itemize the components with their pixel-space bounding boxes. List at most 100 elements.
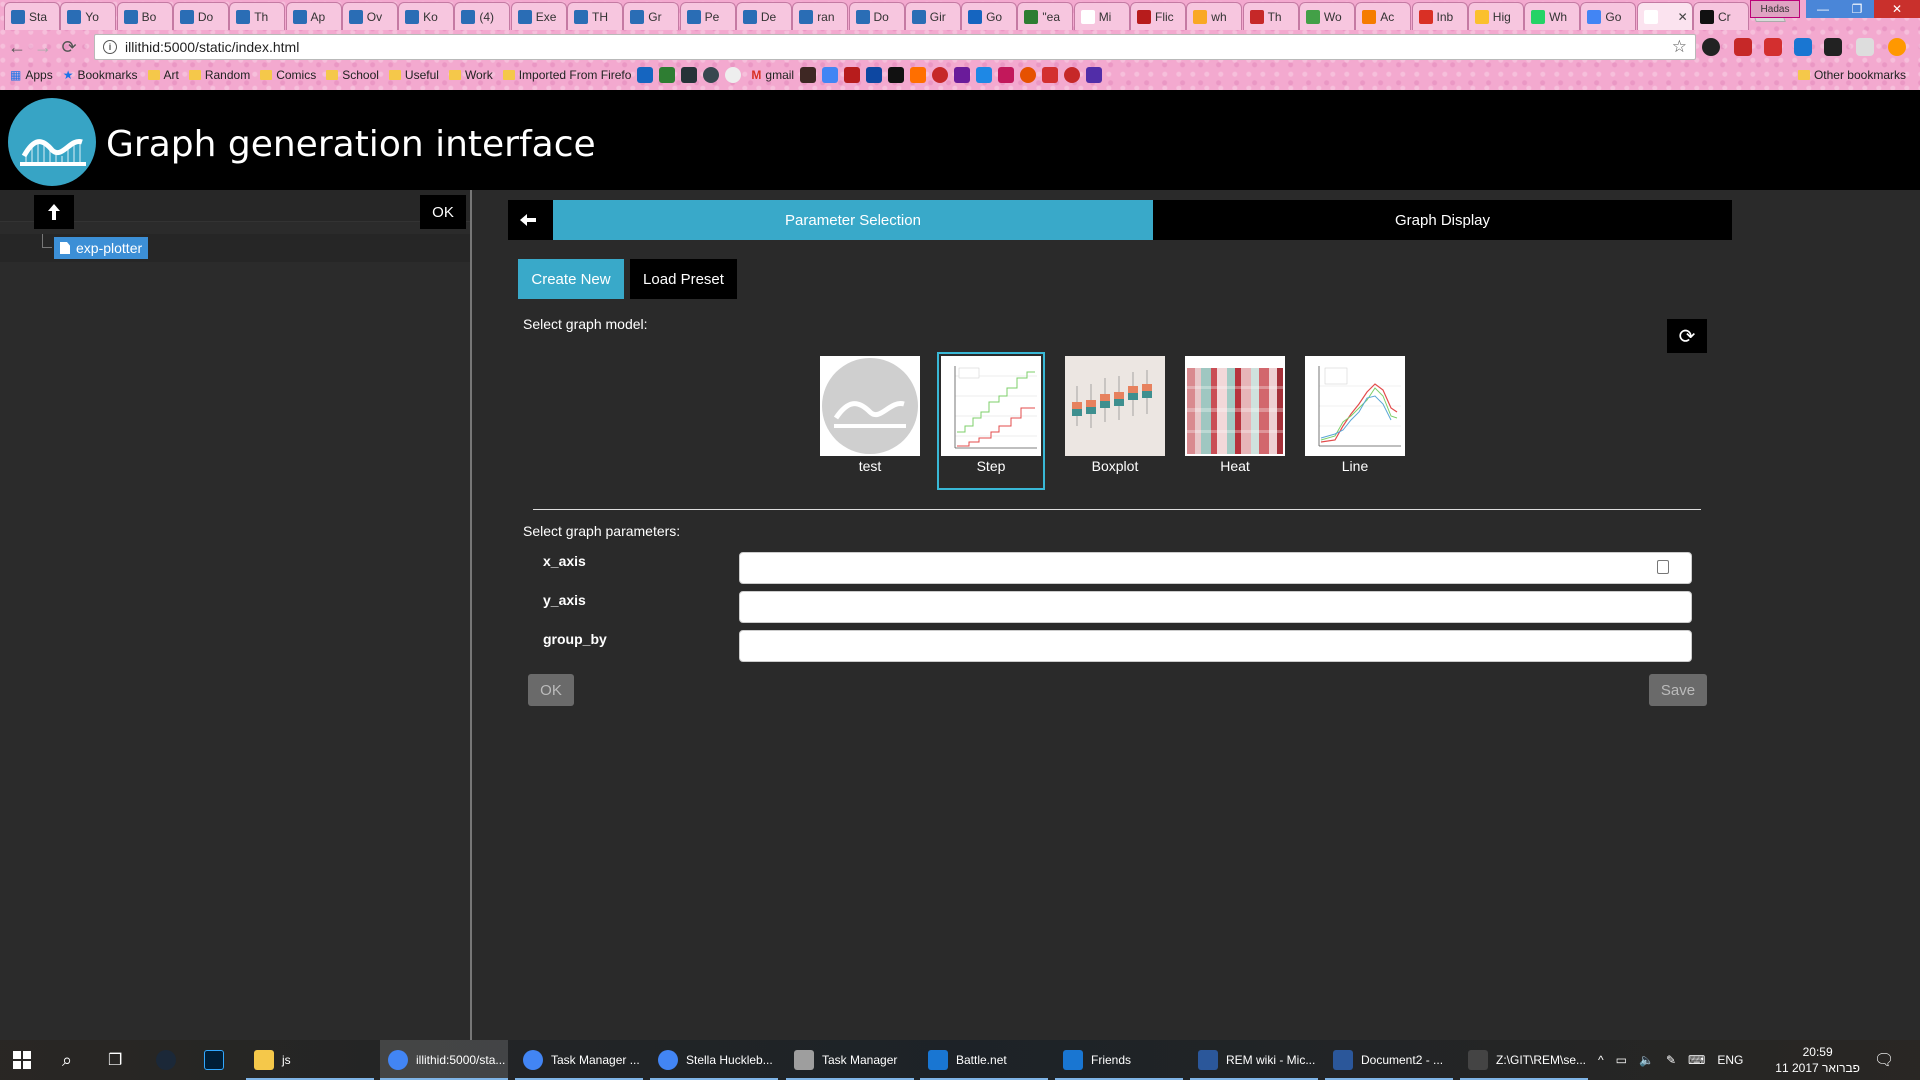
gmail-bookmark[interactable]: Mgmail	[751, 68, 794, 82]
bookmark-favicon[interactable]	[932, 67, 949, 83]
browser-tab[interactable]: Th	[229, 2, 286, 30]
browser-tab[interactable]: Ov	[341, 2, 398, 30]
bookmark-favicon[interactable]	[659, 67, 676, 83]
browser-tab[interactable]: Inb	[1411, 2, 1468, 30]
browser-tab[interactable]: Mi	[1073, 2, 1130, 30]
bookmark-favicon[interactable]	[637, 67, 654, 83]
browser-tab[interactable]: Yo	[60, 2, 117, 30]
volume-icon[interactable]: 🔈	[1639, 1053, 1654, 1067]
bookmark-favicon[interactable]	[976, 67, 993, 83]
extension-icon[interactable]	[1734, 38, 1752, 56]
browser-tab[interactable]: wh	[1186, 2, 1243, 30]
tab-graph-display[interactable]: Graph Display	[1153, 200, 1732, 240]
taskbar-window-button[interactable]: illithid:5000/sta...	[380, 1040, 508, 1080]
browser-tab[interactable]: Exe	[510, 2, 567, 30]
extension-icon[interactable]	[1764, 38, 1782, 56]
browser-tab[interactable]: (4)	[454, 2, 511, 30]
tree-ok-button[interactable]: OK	[420, 195, 466, 229]
steam-taskbar-button[interactable]	[156, 1040, 176, 1080]
browser-tab[interactable]: Sta	[4, 2, 60, 30]
bookmark-folder[interactable]: Comics	[260, 68, 316, 82]
tree-node[interactable]: exp-plotter	[54, 237, 149, 259]
browser-tab[interactable]: Flic	[1130, 2, 1186, 30]
tab-parameter-selection[interactable]: Parameter Selection	[553, 200, 1153, 240]
pen-icon[interactable]: ✎	[1666, 1053, 1676, 1067]
bookmark-favicon[interactable]	[954, 67, 971, 83]
model-card-boxplot[interactable]: Boxplot	[1063, 356, 1167, 474]
taskbar-window-button[interactable]: Document2 - ...	[1325, 1040, 1453, 1080]
bookmark-favicon[interactable]	[822, 67, 839, 83]
browser-tab[interactable]: Th	[1242, 2, 1299, 30]
search-taskbar-button[interactable]: ⌕	[62, 1040, 72, 1080]
browser-tab[interactable]: Pe	[679, 2, 736, 30]
browser-tab[interactable]: ran	[792, 2, 849, 30]
task-view-button[interactable]: ❐	[108, 1040, 122, 1080]
bookmark-favicon[interactable]	[703, 67, 720, 83]
tray-chevron-icon[interactable]: ^	[1598, 1053, 1604, 1067]
model-card-step[interactable]: Step	[937, 352, 1045, 490]
up-directory-button[interactable]	[34, 195, 74, 229]
browser-tab[interactable]: Wo	[1298, 2, 1355, 30]
bookmark-favicon[interactable]	[998, 67, 1015, 83]
browser-tab[interactable]: Go	[1580, 2, 1637, 30]
model-card-test[interactable]: test	[818, 356, 922, 474]
browser-tab[interactable]: Bo	[116, 2, 173, 30]
clock[interactable]: 20:59 11 פברואר 2017	[1775, 1044, 1860, 1076]
browser-tab[interactable]: "ea	[1017, 2, 1074, 30]
browser-tab[interactable]: Gir	[904, 2, 961, 30]
photoshop-taskbar-button[interactable]	[204, 1040, 224, 1080]
extension-icon[interactable]	[1794, 38, 1812, 56]
minimize-button[interactable]: —	[1806, 0, 1840, 18]
bookmark-favicon[interactable]	[800, 67, 817, 83]
bookmark-folder[interactable]: Imported From Firefo	[502, 68, 631, 82]
address-bar[interactable]: i illithid:5000/static/index.html ☆	[94, 34, 1696, 60]
extension-icon[interactable]	[1856, 38, 1874, 56]
close-window-button[interactable]: ✕	[1874, 0, 1920, 18]
browser-tab[interactable]: Go	[961, 2, 1018, 30]
reload-icon[interactable]: ⟳	[56, 37, 82, 58]
bookmark-folder[interactable]: Art	[147, 68, 179, 82]
language-indicator[interactable]: ENG	[1717, 1053, 1743, 1067]
browser-tab[interactable]: ✕	[1636, 2, 1693, 30]
taskbar-window-button[interactable]: Task Manager ...	[515, 1040, 643, 1080]
bookmark-folder[interactable]: School	[326, 68, 379, 82]
group-by-input[interactable]	[739, 630, 1692, 662]
bookmark-folder[interactable]: Random	[188, 68, 250, 82]
bookmark-folder[interactable]: Useful	[388, 68, 439, 82]
browser-tab[interactable]: Cr	[1693, 2, 1749, 30]
bookmark-favicon[interactable]	[1064, 67, 1081, 83]
back-nav-icon[interactable]: ←	[4, 37, 30, 58]
extension-icon[interactable]	[1702, 38, 1720, 56]
load-preset-button[interactable]: Load Preset	[630, 259, 737, 299]
browser-tab[interactable]: De	[735, 2, 792, 30]
model-card-line[interactable]: Line	[1303, 356, 1407, 474]
apps-bookmark[interactable]: ▦ Apps	[10, 68, 53, 82]
taskbar-window-button[interactable]: REM wiki - Mic...	[1190, 1040, 1318, 1080]
create-new-button[interactable]: Create New	[518, 259, 624, 299]
maximize-button[interactable]: ❐	[1840, 0, 1874, 18]
bookmark-favicon[interactable]	[888, 67, 905, 83]
window-user-badge[interactable]: Hadas	[1750, 0, 1800, 18]
browser-tab[interactable]: Do	[848, 2, 905, 30]
taskbar-window-button[interactable]: Task Manager	[786, 1040, 914, 1080]
bookmark-folder[interactable]: Work	[448, 68, 493, 82]
close-tab-icon[interactable]: ✕	[1678, 10, 1688, 24]
model-card-heat[interactable]: Heat	[1183, 356, 1287, 474]
network-icon[interactable]: ▭	[1616, 1053, 1627, 1067]
browser-tab[interactable]: TH	[567, 2, 623, 30]
bookmark-favicon[interactable]	[1020, 67, 1037, 83]
forward-nav-icon[interactable]: →	[30, 37, 56, 58]
save-button[interactable]: Save	[1649, 674, 1707, 706]
bookmark-favicon[interactable]	[1042, 67, 1059, 83]
keyboard-icon[interactable]: ⌨	[1688, 1053, 1705, 1067]
taskbar-window-button[interactable]: Z:\GIT\REM\se...	[1460, 1040, 1588, 1080]
browser-tab[interactable]: Ap	[285, 2, 342, 30]
browser-tab[interactable]: Hig	[1467, 2, 1524, 30]
browser-tab[interactable]: Ac	[1355, 2, 1412, 30]
browser-tab[interactable]: Gr	[623, 2, 680, 30]
taskbar-window-button[interactable]: Stella Huckleb...	[650, 1040, 778, 1080]
other-bookmarks[interactable]: Other bookmarks	[1797, 68, 1906, 82]
info-icon[interactable]: i	[103, 40, 117, 54]
bookmark-favicon[interactable]	[866, 67, 883, 83]
bookmark-favicon[interactable]	[910, 67, 927, 83]
